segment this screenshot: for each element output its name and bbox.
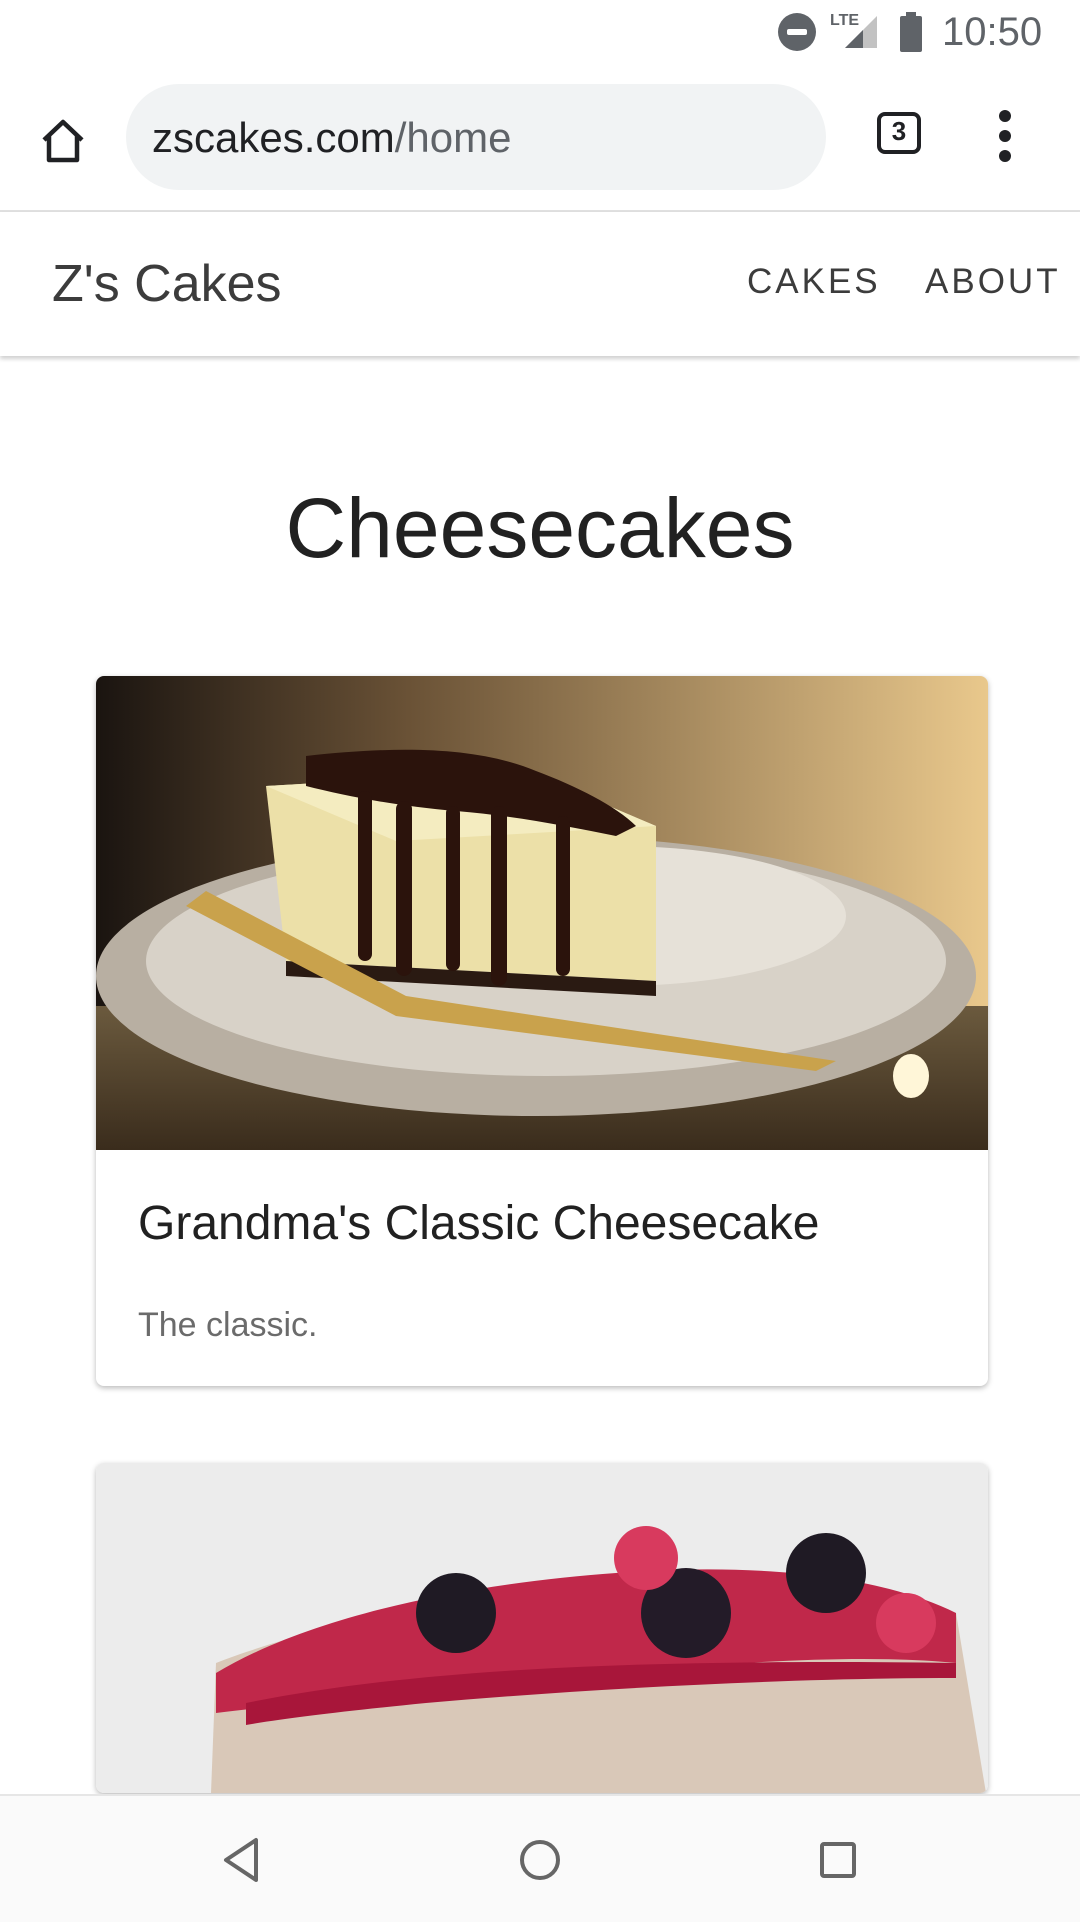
berry-cheesecake-photo bbox=[96, 1463, 988, 1793]
nav-link-about[interactable]: ABOUT bbox=[925, 262, 1061, 302]
status-bar: LTE 10:50 bbox=[0, 0, 1080, 66]
more-menu-icon-dot bbox=[999, 150, 1011, 162]
do-not-disturb-icon bbox=[778, 13, 816, 51]
tab-switcher-button[interactable]: 3 bbox=[875, 110, 927, 160]
cake-card[interactable] bbox=[96, 1463, 988, 1793]
nav-link-cakes[interactable]: CAKES bbox=[747, 262, 881, 302]
home-button[interactable] bbox=[30, 108, 96, 174]
browser-toolbar: zscakes.com/home 3 bbox=[0, 66, 1080, 212]
home-circle-icon[interactable] bbox=[510, 1830, 570, 1890]
tab-count: 3 bbox=[891, 116, 907, 146]
status-time: 10:50 bbox=[942, 10, 1043, 54]
home-icon bbox=[42, 119, 84, 163]
back-icon[interactable] bbox=[212, 1830, 272, 1890]
url-text: zscakes.com/home bbox=[152, 114, 511, 162]
cheesecake-photo bbox=[96, 676, 988, 1150]
site-header: Z's Cakes CAKES ABOUT bbox=[0, 212, 1080, 356]
recents-icon[interactable] bbox=[808, 1830, 868, 1890]
more-menu-button[interactable] bbox=[985, 106, 1025, 166]
signal-icon bbox=[845, 16, 877, 48]
url-domain: zscakes.com bbox=[152, 114, 395, 161]
more-menu-icon-dot bbox=[999, 130, 1011, 142]
site-brand[interactable]: Z's Cakes bbox=[52, 254, 282, 314]
cake-card[interactable]: Grandma's Classic Cheesecake The classic… bbox=[96, 676, 988, 1386]
system-nav-bar bbox=[0, 1794, 1080, 1922]
card-description: The classic. bbox=[138, 1306, 318, 1344]
url-path: /home bbox=[394, 114, 512, 161]
battery-icon bbox=[900, 12, 922, 52]
url-bar[interactable]: zscakes.com/home bbox=[126, 84, 826, 190]
more-menu-icon bbox=[999, 110, 1011, 122]
card-title: Grandma's Classic Cheesecake bbox=[138, 1197, 820, 1250]
page-title: Cheesecakes bbox=[285, 481, 795, 575]
